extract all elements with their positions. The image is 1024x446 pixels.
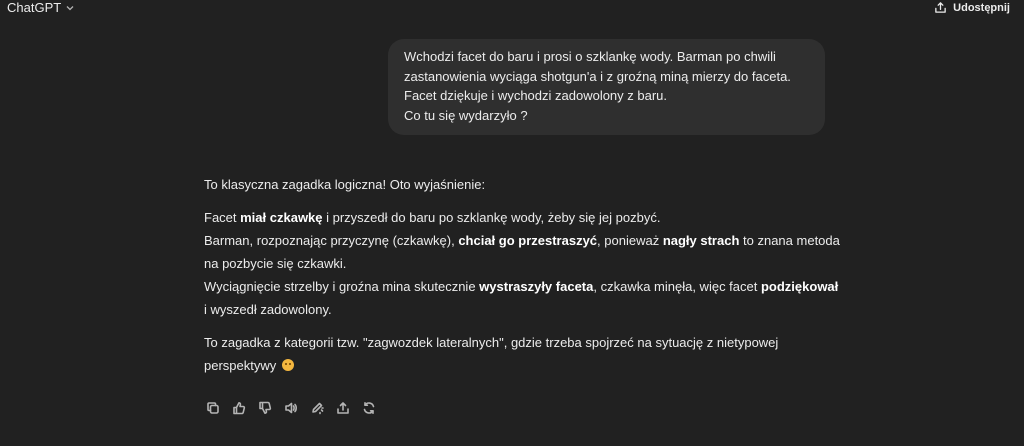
share-button[interactable]: Udostępnij	[934, 1, 1010, 14]
top-bar: ChatGPT Udostępnij	[0, 0, 1024, 18]
user-message-line: Wchodzi facet do baru i prosi o szklankę…	[404, 49, 776, 64]
user-message-line: zastanowienia wyciąga shotgun'a i z groź…	[404, 68, 791, 84]
copy-icon	[206, 402, 219, 414]
thumbs-down-icon	[258, 401, 271, 414]
text-span: Facet	[204, 210, 241, 225]
text-span: , czkawka minęła, więc facet	[593, 279, 761, 294]
answer-explanation: Facet miał czkawkę i przyszedł do baru p…	[204, 206, 844, 321]
bold-text: podziękował	[760, 279, 839, 294]
user-message-line: Facet dziękuje i wychodzi zadowolony z b…	[404, 88, 668, 103]
good-response-button[interactable]	[230, 401, 247, 415]
user-message-line: Co tu się wydarzyło ?	[404, 107, 528, 123]
edit-in-canvas-button[interactable]	[308, 401, 325, 415]
text-span: Barman, rozpoznając przyczynę (czkawkę),	[204, 233, 459, 248]
assistant-message: To klasyczna zagadka logiczna! Oto wyjaś…	[204, 173, 844, 377]
message-actions	[204, 401, 377, 415]
bold-text: chciał go przestraszyć	[458, 233, 598, 248]
text-span: , ponieważ	[597, 233, 663, 248]
share-icon	[336, 402, 349, 414]
text-span: Wyciągnięcie strzelby i groźna mina skut…	[204, 279, 480, 294]
user-message-bubble: Wchodzi facet do baru i prosi o szklankę…	[388, 39, 825, 135]
text-span: i przyszedł do baru po szklankę wody, że…	[322, 210, 661, 225]
read-aloud-button[interactable]	[282, 401, 299, 415]
model-selector[interactable]: ChatGPT	[7, 0, 75, 15]
share-label: Udostępnij	[953, 1, 1010, 14]
read-aloud-icon	[284, 402, 297, 414]
chevron-down-icon	[66, 5, 74, 10]
explanation-line-1: Facet miał czkawkę i przyszedł do baru p…	[204, 206, 844, 229]
thumbs-up-icon	[232, 402, 245, 415]
share-message-button[interactable]	[334, 401, 351, 415]
regenerate-icon	[363, 402, 374, 414]
bad-response-button[interactable]	[256, 401, 273, 415]
bold-text: miał czkawkę	[240, 210, 323, 225]
answer-intro: To klasyczna zagadka logiczna! Oto wyjaś…	[204, 177, 486, 192]
text-span: i wyszedł zadowolony.	[204, 302, 332, 317]
bold-text: nagły strach	[662, 233, 740, 248]
answer-conclusion: To zagadka z kategorii tzw. "zagwozdek l…	[204, 331, 844, 377]
app-title: ChatGPT	[7, 0, 62, 15]
explanation-line-3: Wyciągnięcie strzelby i groźna mina skut…	[204, 275, 844, 321]
explanation-line-2: Barman, rozpoznając przyczynę (czkawkę),…	[204, 229, 844, 275]
smiling-emoji-icon	[281, 359, 294, 371]
copy-button[interactable]	[204, 401, 221, 415]
share-upload-icon	[935, 2, 946, 13]
bold-text: wystraszyły faceta	[479, 279, 594, 294]
regenerate-button[interactable]	[360, 401, 377, 415]
edit-canvas-icon	[311, 402, 324, 415]
